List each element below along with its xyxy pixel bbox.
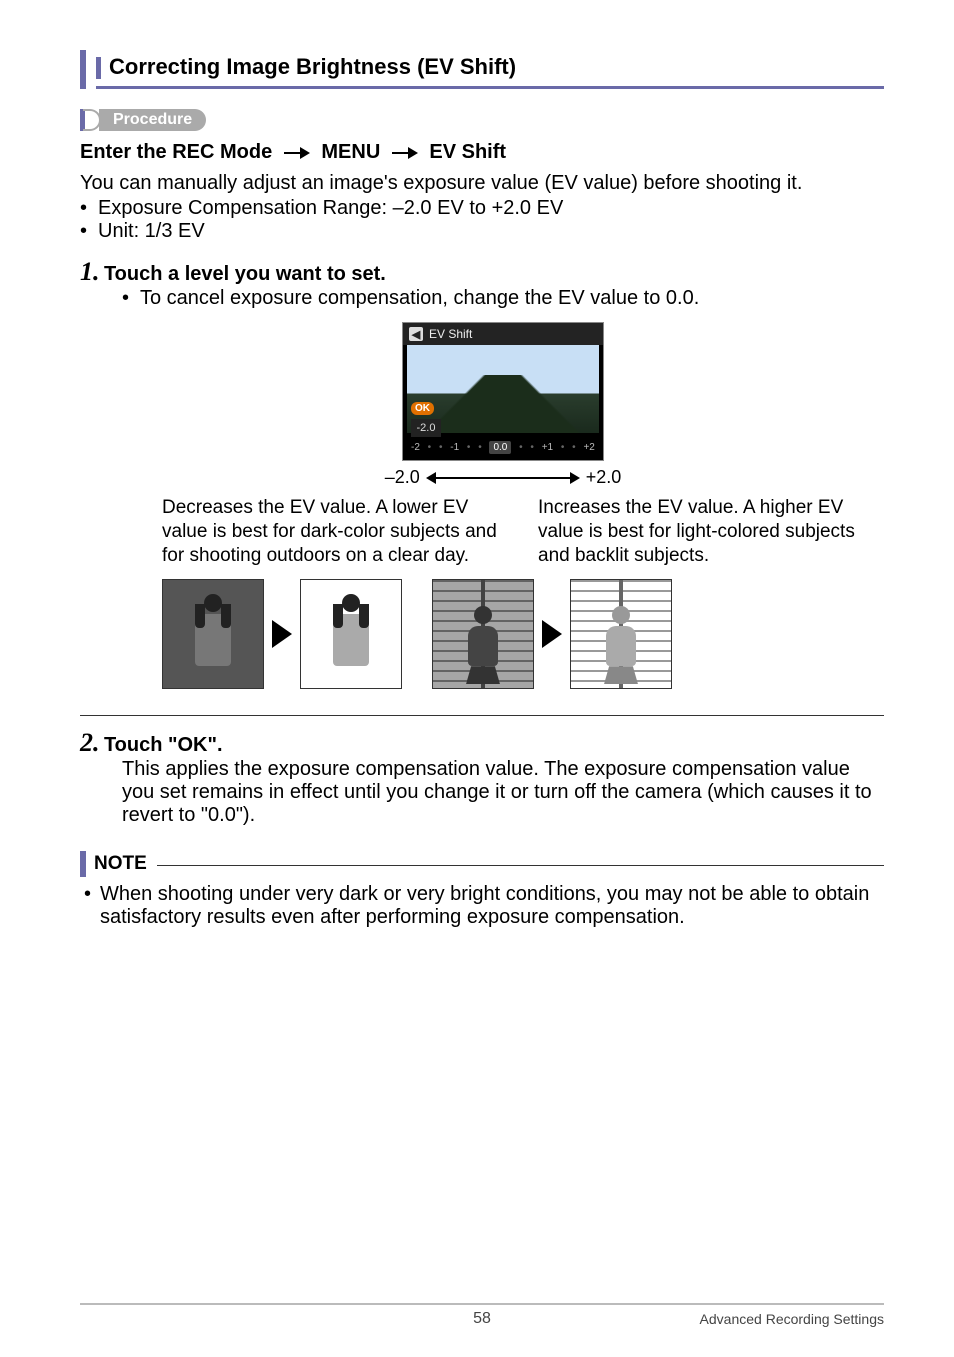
procedure-label: Procedure: [99, 109, 206, 131]
step-1-sub-bullet: To cancel exposure compensation, change …: [122, 287, 884, 310]
scale-tick: •: [467, 442, 471, 453]
back-icon[interactable]: ◀: [409, 327, 423, 341]
footer: 58 Advanced Recording Settings: [80, 1303, 884, 1327]
footer-section: Advanced Recording Settings: [700, 1311, 884, 1327]
arrow-icon: [392, 147, 418, 159]
axis-right-label: +2.0: [586, 467, 622, 488]
explain-increase: Increases the EV value. A higher EV valu…: [538, 496, 884, 567]
screenshot-title: EV Shift: [429, 327, 472, 341]
scale-tick: •: [439, 442, 443, 453]
ok-button[interactable]: OK: [411, 402, 434, 415]
note-header: NOTE: [80, 851, 884, 877]
illustration-row: [162, 579, 884, 689]
step-1-number: 1.: [80, 257, 100, 286]
page-title: Correcting Image Brightness (EV Shift): [109, 50, 516, 86]
breadcrumb: Enter the REC Mode MENU EV Shift: [80, 141, 884, 164]
illus-backlit-after: [570, 579, 672, 689]
scale-n2: -2: [411, 442, 420, 453]
scale-zero: 0.0: [489, 441, 511, 454]
step-2-number: 2.: [80, 728, 100, 757]
note-body: When shooting under very dark or very br…: [84, 883, 884, 929]
step-2-text: This applies the exposure compensation v…: [122, 758, 884, 827]
title-bar: Correcting Image Brightness (EV Shift): [80, 50, 884, 89]
divider: [80, 715, 884, 716]
step-1: 1. Touch a level you want to set. To can…: [80, 257, 884, 689]
procedure-label-row: Procedure: [80, 109, 884, 131]
figure-silhouette: [464, 606, 502, 686]
intro-bullet-list: Exposure Compensation Range: –2.0 EV to …: [80, 197, 884, 243]
illus-group-increase: [432, 579, 672, 689]
explain-decrease: Decreases the EV value. A lower EV value…: [162, 496, 508, 567]
illus-dark-after: [300, 579, 402, 689]
intro-text: You can manually adjust an image's expos…: [80, 172, 884, 195]
arrow-icon: [272, 620, 292, 648]
scale-tick: •: [561, 442, 565, 453]
figure-silhouette: [329, 594, 373, 688]
scale-tick: •: [428, 442, 432, 453]
ev-current-value: -2.0: [411, 419, 441, 437]
arrow-icon: [542, 620, 562, 648]
ev-shift-screenshot: ◀ EV Shift OK -2.0 -2 • • -1 • •: [402, 322, 604, 461]
breadcrumb-part-1: Enter the REC Mode: [80, 141, 272, 163]
axis-left-label: –2.0: [385, 467, 420, 488]
note-rule: [157, 865, 884, 866]
title-accent-bar-2: [96, 57, 101, 79]
breadcrumb-part-3: EV Shift: [429, 141, 506, 163]
screenshot-preview: OK -2.0: [407, 345, 599, 433]
scale-n1: -1: [450, 442, 459, 453]
scale-tick: •: [519, 442, 523, 453]
breadcrumb-part-2: MENU: [321, 141, 380, 163]
explain-row: Decreases the EV value. A lower EV value…: [162, 496, 884, 567]
title-inner: Correcting Image Brightness (EV Shift): [96, 50, 884, 89]
illus-dark-before: [162, 579, 264, 689]
axis-row: –2.0 +2.0: [385, 467, 622, 488]
step-2-title: Touch "OK".: [104, 734, 223, 756]
title-accent-bar: [80, 50, 86, 89]
page-number: 58: [473, 1310, 491, 1328]
double-arrow-icon: [428, 477, 578, 479]
scale-tick: •: [530, 442, 534, 453]
screenshot-header: ◀ EV Shift: [403, 323, 603, 345]
note-label: NOTE: [94, 853, 147, 875]
scale-tick: •: [478, 442, 482, 453]
figure-silhouette: [602, 606, 640, 686]
scale-p2: +2: [583, 442, 594, 453]
figure-silhouette: [191, 594, 235, 688]
scale-tick: •: [572, 442, 576, 453]
note-accent-bar: [80, 851, 86, 877]
step-1-title: Touch a level you want to set.: [104, 263, 386, 285]
ev-scale[interactable]: -2 • • -1 • • 0.0 • • +1 • • +2: [403, 433, 603, 460]
step-2-body: This applies the exposure compensation v…: [122, 758, 884, 827]
arrow-icon: [284, 147, 310, 159]
page: Correcting Image Brightness (EV Shift) P…: [0, 0, 954, 1357]
screenshot-wrap: ◀ EV Shift OK -2.0 -2 • • -1 • •: [122, 322, 884, 488]
bullet-exposure-range: Exposure Compensation Range: –2.0 EV to …: [80, 197, 884, 220]
scale-p1: +1: [542, 442, 553, 453]
procedure-arc-decor: [91, 109, 101, 131]
illus-group-decrease: [162, 579, 402, 689]
step-1-body: To cancel exposure compensation, change …: [122, 287, 884, 689]
step-2: 2. Touch "OK". This applies the exposure…: [80, 728, 884, 827]
bullet-unit: Unit: 1/3 EV: [80, 220, 884, 243]
illus-backlit-before: [432, 579, 534, 689]
